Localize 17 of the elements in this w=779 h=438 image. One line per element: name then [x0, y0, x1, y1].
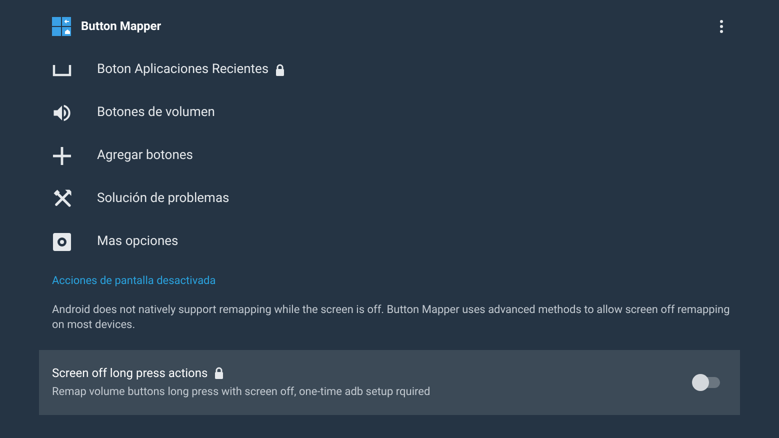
recents-icon: [52, 62, 72, 76]
settings-icon: [52, 232, 72, 252]
menu-item[interactable]: Boton Aplicaciones Recientes: [0, 48, 779, 91]
setting-subtitle: Remap volume buttons long press with screen off, one-time adb setup rquired: [52, 384, 432, 400]
menu-item[interactable]: Mas opciones: [0, 220, 779, 263]
section-description: Android does not natively support remapping while the screen is off. Button Mapper uses advanced methods to allow screen off remapping on most devices.: [51, 302, 731, 332]
setting-title: Screen off long press actions: [52, 364, 208, 382]
tools-icon: [52, 188, 72, 209]
section-heading: Acciones de pantalla desactivada: [51, 273, 217, 289]
toggle-switch[interactable]: [694, 376, 720, 388]
menu-item[interactable]: Botones de volumen: [0, 91, 779, 134]
menu-item[interactable]: Agregar botones: [0, 134, 779, 177]
app-title: Button Mapper: [81, 18, 162, 35]
menu-item[interactable]: Solución de problemas: [0, 177, 779, 220]
app-logo-icon: [52, 16, 71, 36]
plus-icon: [52, 146, 72, 166]
setting-row[interactable]: Screen off long press actions Remap volume buttons long press with screen off, one-time adb setup rquired: [39, 350, 740, 414]
